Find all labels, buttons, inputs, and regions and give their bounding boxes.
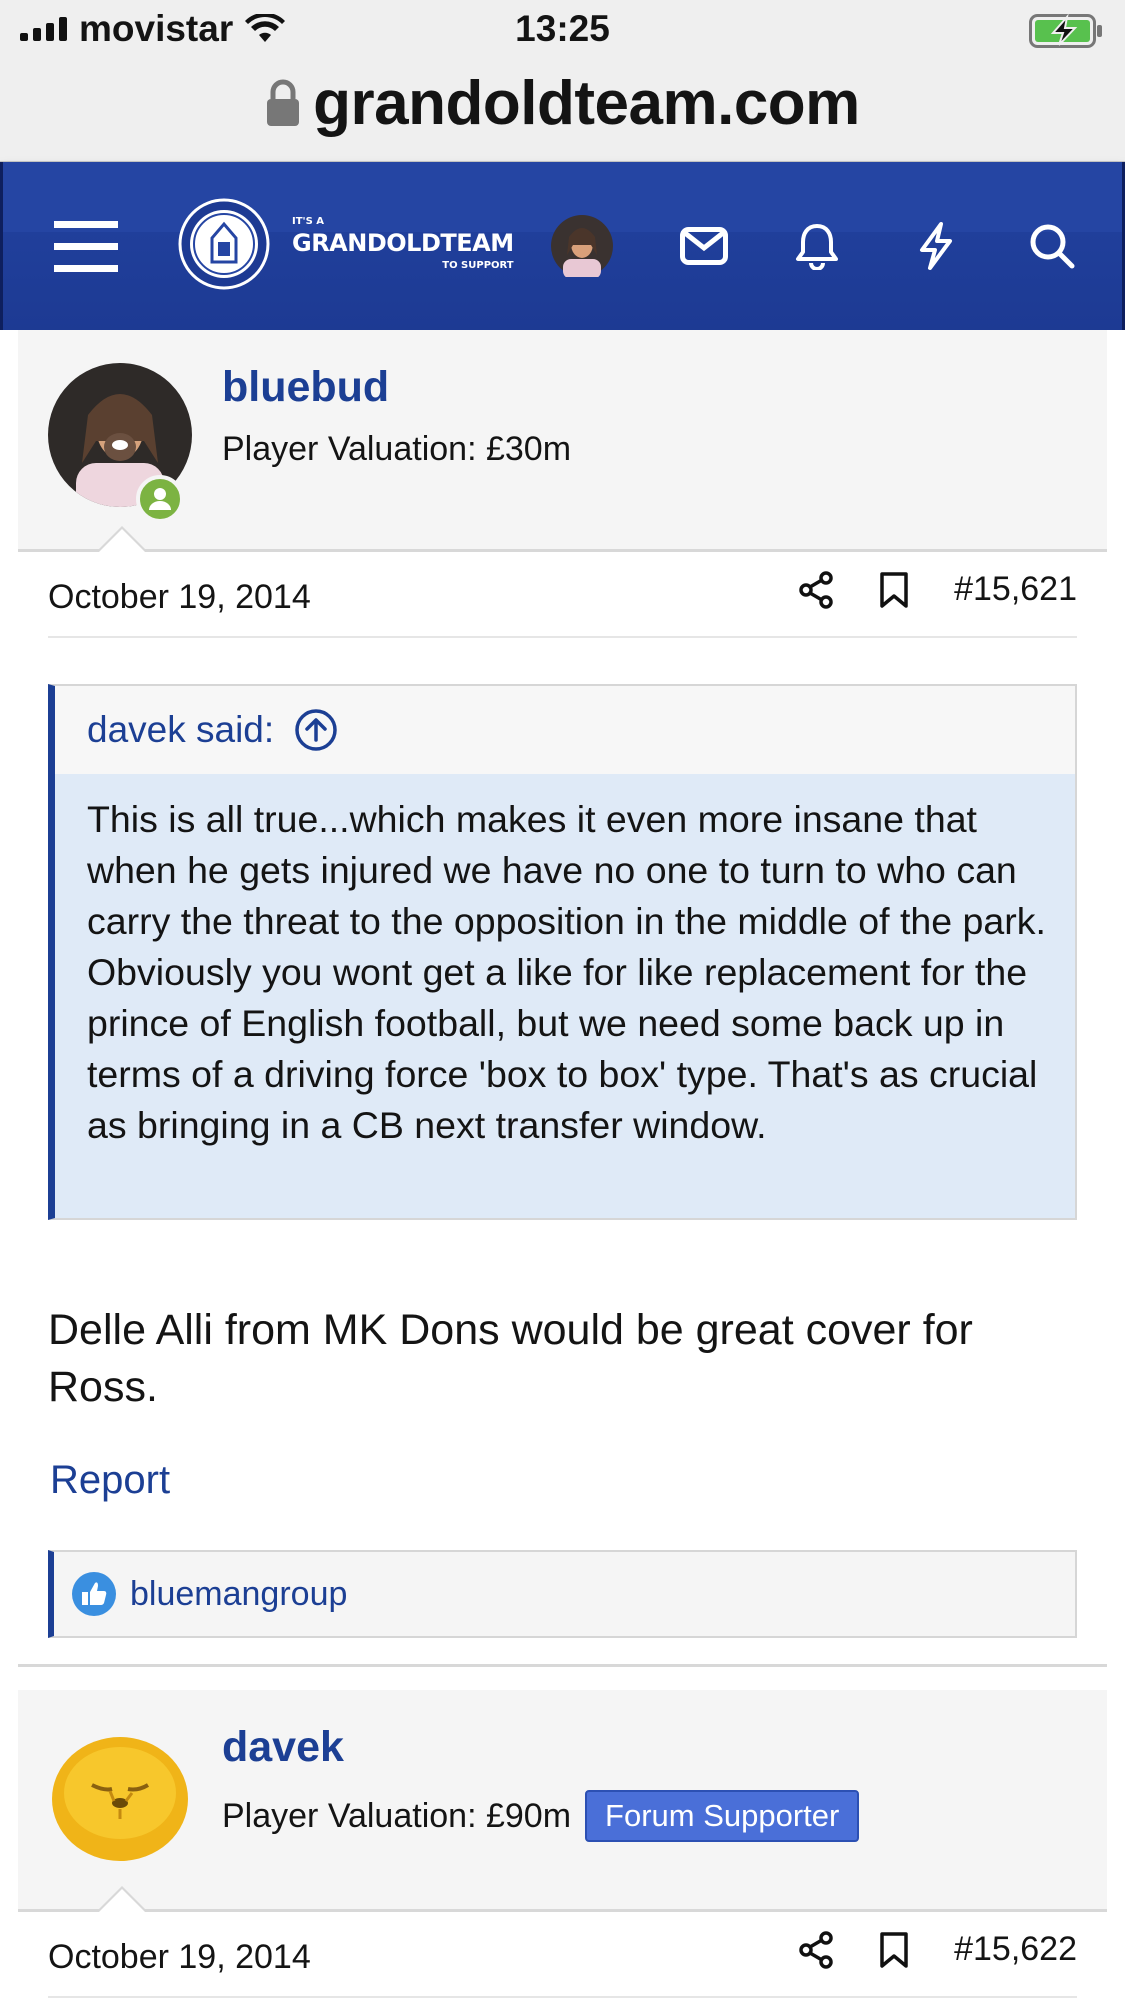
site-header: IT'S A GRANDOLDTEAM TO SUPPORT [0, 162, 1125, 330]
bell-icon[interactable] [784, 162, 850, 330]
post-date[interactable]: October 19, 2014 [48, 1938, 311, 1977]
battery-charging-icon [1029, 14, 1102, 48]
browser-url-bar[interactable]: grandoldteam.com [0, 60, 1125, 162]
thumbs-up-icon [72, 1572, 116, 1616]
share-icon[interactable] [798, 570, 834, 609]
user-block-pointer [96, 1886, 148, 1912]
quote-block: davek said: This is all true...which mak… [48, 684, 1077, 1220]
crest-icon [178, 198, 270, 290]
clock: 13:25 [515, 8, 610, 49]
mail-icon[interactable] [671, 162, 737, 330]
username[interactable]: bluebud [222, 363, 389, 412]
status-bar: movistar 13:25 [0, 0, 1125, 60]
quote-header[interactable]: davek said: [55, 686, 1075, 774]
menu-icon[interactable] [51, 162, 121, 330]
post-date[interactable]: October 19, 2014 [48, 578, 311, 617]
search-icon[interactable] [1019, 162, 1085, 330]
site-logo[interactable]: IT'S A GRANDOLDTEAM TO SUPPORT [178, 198, 514, 290]
logo-tagline-top: IT'S A [292, 216, 325, 227]
post-user-block: bluebud Player Valuation: £30m [18, 330, 1107, 552]
share-icon[interactable] [798, 1930, 834, 1969]
forum-supporter-badge: Forum Supporter [585, 1790, 860, 1842]
logo-tagline-bottom: TO SUPPORT [442, 260, 514, 271]
user-avatar[interactable] [48, 1723, 192, 1867]
thread-page: bluebud Player Valuation: £30m October 1… [0, 330, 1125, 2001]
post-divider [18, 1664, 1107, 1667]
user-block-pointer [96, 526, 148, 552]
lightning-icon[interactable] [903, 162, 969, 330]
arrow-up-circle-icon[interactable] [294, 708, 338, 752]
username[interactable]: davek [222, 1723, 344, 1772]
reaction-username[interactable]: bluemangroup [130, 1575, 347, 1614]
post-user-block: davek Player Valuation: £90m Forum Suppo… [18, 1690, 1107, 1912]
header-avatar[interactable] [549, 162, 615, 330]
logo-wordmark: GRANDOLDTEAM [292, 229, 514, 257]
url-text: grandoldteam.com [313, 69, 860, 138]
reactions-bar[interactable]: bluemangroup [48, 1550, 1077, 1638]
report-link[interactable]: Report [50, 1458, 170, 1503]
user-valuation: Player Valuation: £30m [222, 430, 572, 468]
user-valuation: Player Valuation: £90m [222, 1796, 572, 1835]
quote-author[interactable]: davek said: [87, 709, 274, 751]
quote-text: This is all true...which makes it even m… [87, 798, 1046, 1146]
bookmark-icon[interactable] [878, 1931, 910, 1969]
post-number[interactable]: #15,622 [954, 1930, 1077, 1969]
lock-icon [267, 79, 300, 126]
bookmark-icon[interactable] [878, 571, 910, 609]
post-number[interactable]: #15,621 [954, 570, 1077, 609]
post-body: Delle Alli from MK Dons would be great c… [48, 1306, 973, 1411]
post-meta: October 19, 2014 #15,621 [48, 552, 1077, 638]
post-meta: October 19, 2014 #15,622 [48, 1912, 1077, 1998]
online-status-icon [136, 475, 184, 523]
